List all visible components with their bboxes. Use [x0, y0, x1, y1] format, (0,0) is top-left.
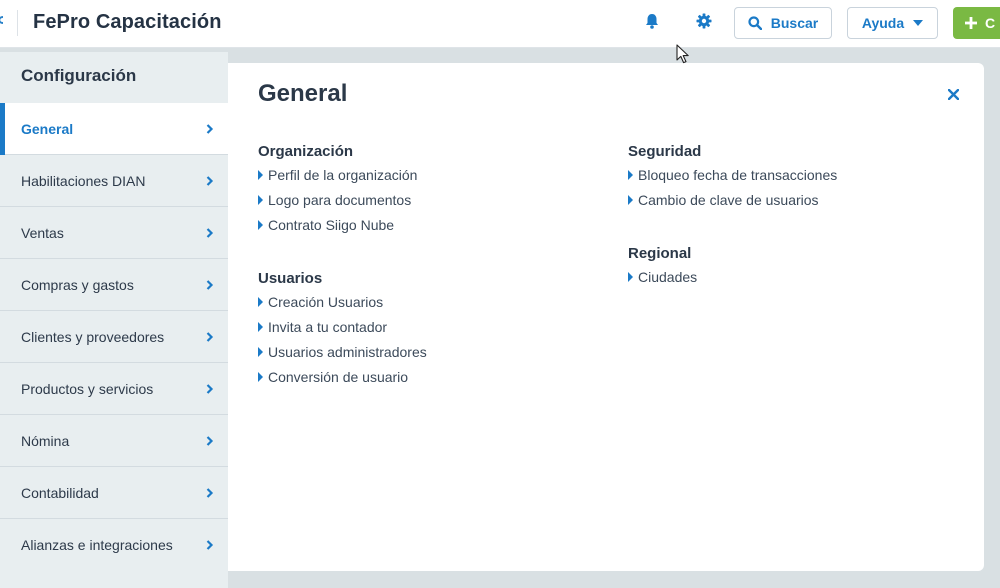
link-perfil-organizacion[interactable]: Perfil de la organización — [258, 167, 418, 194]
link-logo-documentos[interactable]: Logo para documentos — [258, 192, 417, 219]
chevron-right-icon — [206, 488, 214, 498]
search-button-label: Buscar — [770, 15, 819, 31]
section-title: Organización — [258, 143, 354, 160]
sidebar-title: Configuración — [21, 66, 137, 85]
settings-button[interactable] — [693, 12, 715, 34]
search-button[interactable]: Buscar — [734, 7, 832, 39]
link-ciudades[interactable]: Ciudades — [628, 269, 698, 296]
sidebar-item-habilitaciones-dian[interactable]: Habilitaciones DIAN — [0, 155, 228, 207]
link-label: Conversión de usuario — [268, 369, 409, 385]
sidebar-item-label: Ventas — [21, 224, 64, 241]
close-button[interactable] — [944, 85, 962, 103]
sidebar-item-label: Habilitaciones DIAN — [21, 172, 146, 189]
sidebar-item-label: General — [21, 120, 74, 137]
section-usuarios: Usuarios Creación Usuarios Invita a tu c… — [258, 270, 427, 396]
sidebar-item-alianzas-e-integraciones[interactable]: Alianzas e integraciones — [0, 519, 228, 571]
sidebar-item-general[interactable]: General — [0, 103, 228, 155]
settings-content: General Organización Perfil de la organi… — [228, 63, 984, 571]
caret-right-icon — [258, 220, 263, 230]
caret-right-icon — [258, 297, 263, 307]
sidebar-item-ventas[interactable]: Ventas — [0, 207, 228, 259]
close-icon — [947, 88, 959, 100]
chevron-right-icon — [206, 332, 214, 342]
link-label: Cambio de clave de usuarios — [638, 192, 819, 208]
sidebar-item-label: Contabilidad — [21, 484, 99, 501]
help-button-label: Ayuda — [861, 15, 905, 31]
caret-down-icon — [913, 20, 924, 26]
sidebar-item-contabilidad[interactable]: Contabilidad — [0, 467, 228, 519]
chevron-right-icon — [206, 436, 214, 446]
link-label: Creación Usuarios — [268, 294, 384, 310]
link-contrato-siigo-nube[interactable]: Contrato Siigo Nube — [258, 217, 417, 244]
sidebar-item-clientes-y-proveedores[interactable]: Clientes y proveedores — [0, 311, 228, 363]
caret-right-icon — [628, 272, 633, 282]
settings-sidebar: Configuración General Habilitaciones DIA… — [0, 52, 228, 588]
section-title: Usuarios — [258, 270, 323, 287]
caret-right-icon — [258, 170, 263, 180]
app-title: FePro Capacitación — [33, 11, 222, 33]
notifications-button[interactable] — [641, 12, 663, 34]
caret-right-icon — [628, 170, 633, 180]
plus-icon — [965, 17, 977, 29]
link-cambio-clave-usuarios[interactable]: Cambio de clave de usuarios — [628, 192, 837, 219]
link-bloqueo-fecha-transacciones[interactable]: Bloqueo fecha de transacciones — [628, 167, 838, 194]
sidebar-item-compras-y-gastos[interactable]: Compras y gastos — [0, 259, 228, 311]
sidebar-item-label: Compras y gastos — [21, 276, 134, 293]
gear-icon — [696, 13, 712, 34]
section-title: Seguridad — [628, 143, 702, 160]
link-label: Ciudades — [638, 269, 698, 285]
content-title: General — [258, 80, 348, 107]
bell-icon — [645, 13, 659, 34]
link-label: Usuarios administradores — [268, 344, 427, 360]
title-divider — [17, 10, 18, 36]
chevron-right-icon — [206, 124, 214, 134]
section-seguridad: Seguridad Bloqueo fecha de transacciones… — [628, 143, 837, 219]
chevron-right-icon — [206, 540, 214, 550]
sidebar-item-label: Alianzas e integraciones — [21, 537, 173, 553]
left-edge-fragment — [0, 14, 3, 32]
chevron-right-icon — [206, 280, 214, 290]
link-label: Invita a tu contador — [268, 319, 388, 335]
caret-right-icon — [258, 322, 263, 332]
section-title: Regional — [628, 245, 692, 262]
link-label: Perfil de la organización — [268, 167, 418, 183]
top-bar: FePro Capacitación Buscar Ayuda C — [0, 0, 1000, 48]
link-label: Logo para documentos — [268, 192, 412, 208]
link-invita-contador[interactable]: Invita a tu contador — [258, 319, 427, 346]
link-label: Contrato Siigo Nube — [268, 217, 395, 233]
sidebar-item-nomina[interactable]: Nómina — [0, 415, 228, 467]
sidebar-item-label: Productos y servicios — [21, 380, 154, 397]
chevron-right-icon — [206, 384, 214, 394]
caret-right-icon — [258, 347, 263, 357]
link-label: Bloqueo fecha de transacciones — [638, 167, 838, 183]
sidebar-item-productos-y-servicios[interactable]: Productos y servicios — [0, 363, 228, 415]
caret-right-icon — [628, 195, 633, 205]
link-creacion-usuarios[interactable]: Creación Usuarios — [258, 294, 427, 321]
section-regional: Regional Ciudades — [628, 245, 697, 296]
help-button[interactable]: Ayuda — [847, 7, 938, 39]
sidebar-item-label: Nómina — [21, 432, 70, 449]
create-button-label: C — [985, 15, 996, 31]
caret-right-icon — [258, 372, 263, 382]
chevron-right-icon — [206, 176, 214, 186]
sidebar-item-label: Clientes y proveedores — [21, 328, 165, 345]
chevron-right-icon — [206, 228, 214, 238]
sidebar-menu: General Habilitaciones DIAN Ventas Compr… — [0, 103, 228, 571]
caret-right-icon — [258, 195, 263, 205]
link-conversion-usuario[interactable]: Conversión de usuario — [258, 369, 427, 396]
section-organizacion: Organización Perfil de la organización L… — [258, 143, 417, 244]
search-icon — [748, 16, 762, 30]
create-button[interactable]: C — [953, 7, 1000, 39]
link-usuarios-administradores[interactable]: Usuarios administradores — [258, 344, 427, 371]
